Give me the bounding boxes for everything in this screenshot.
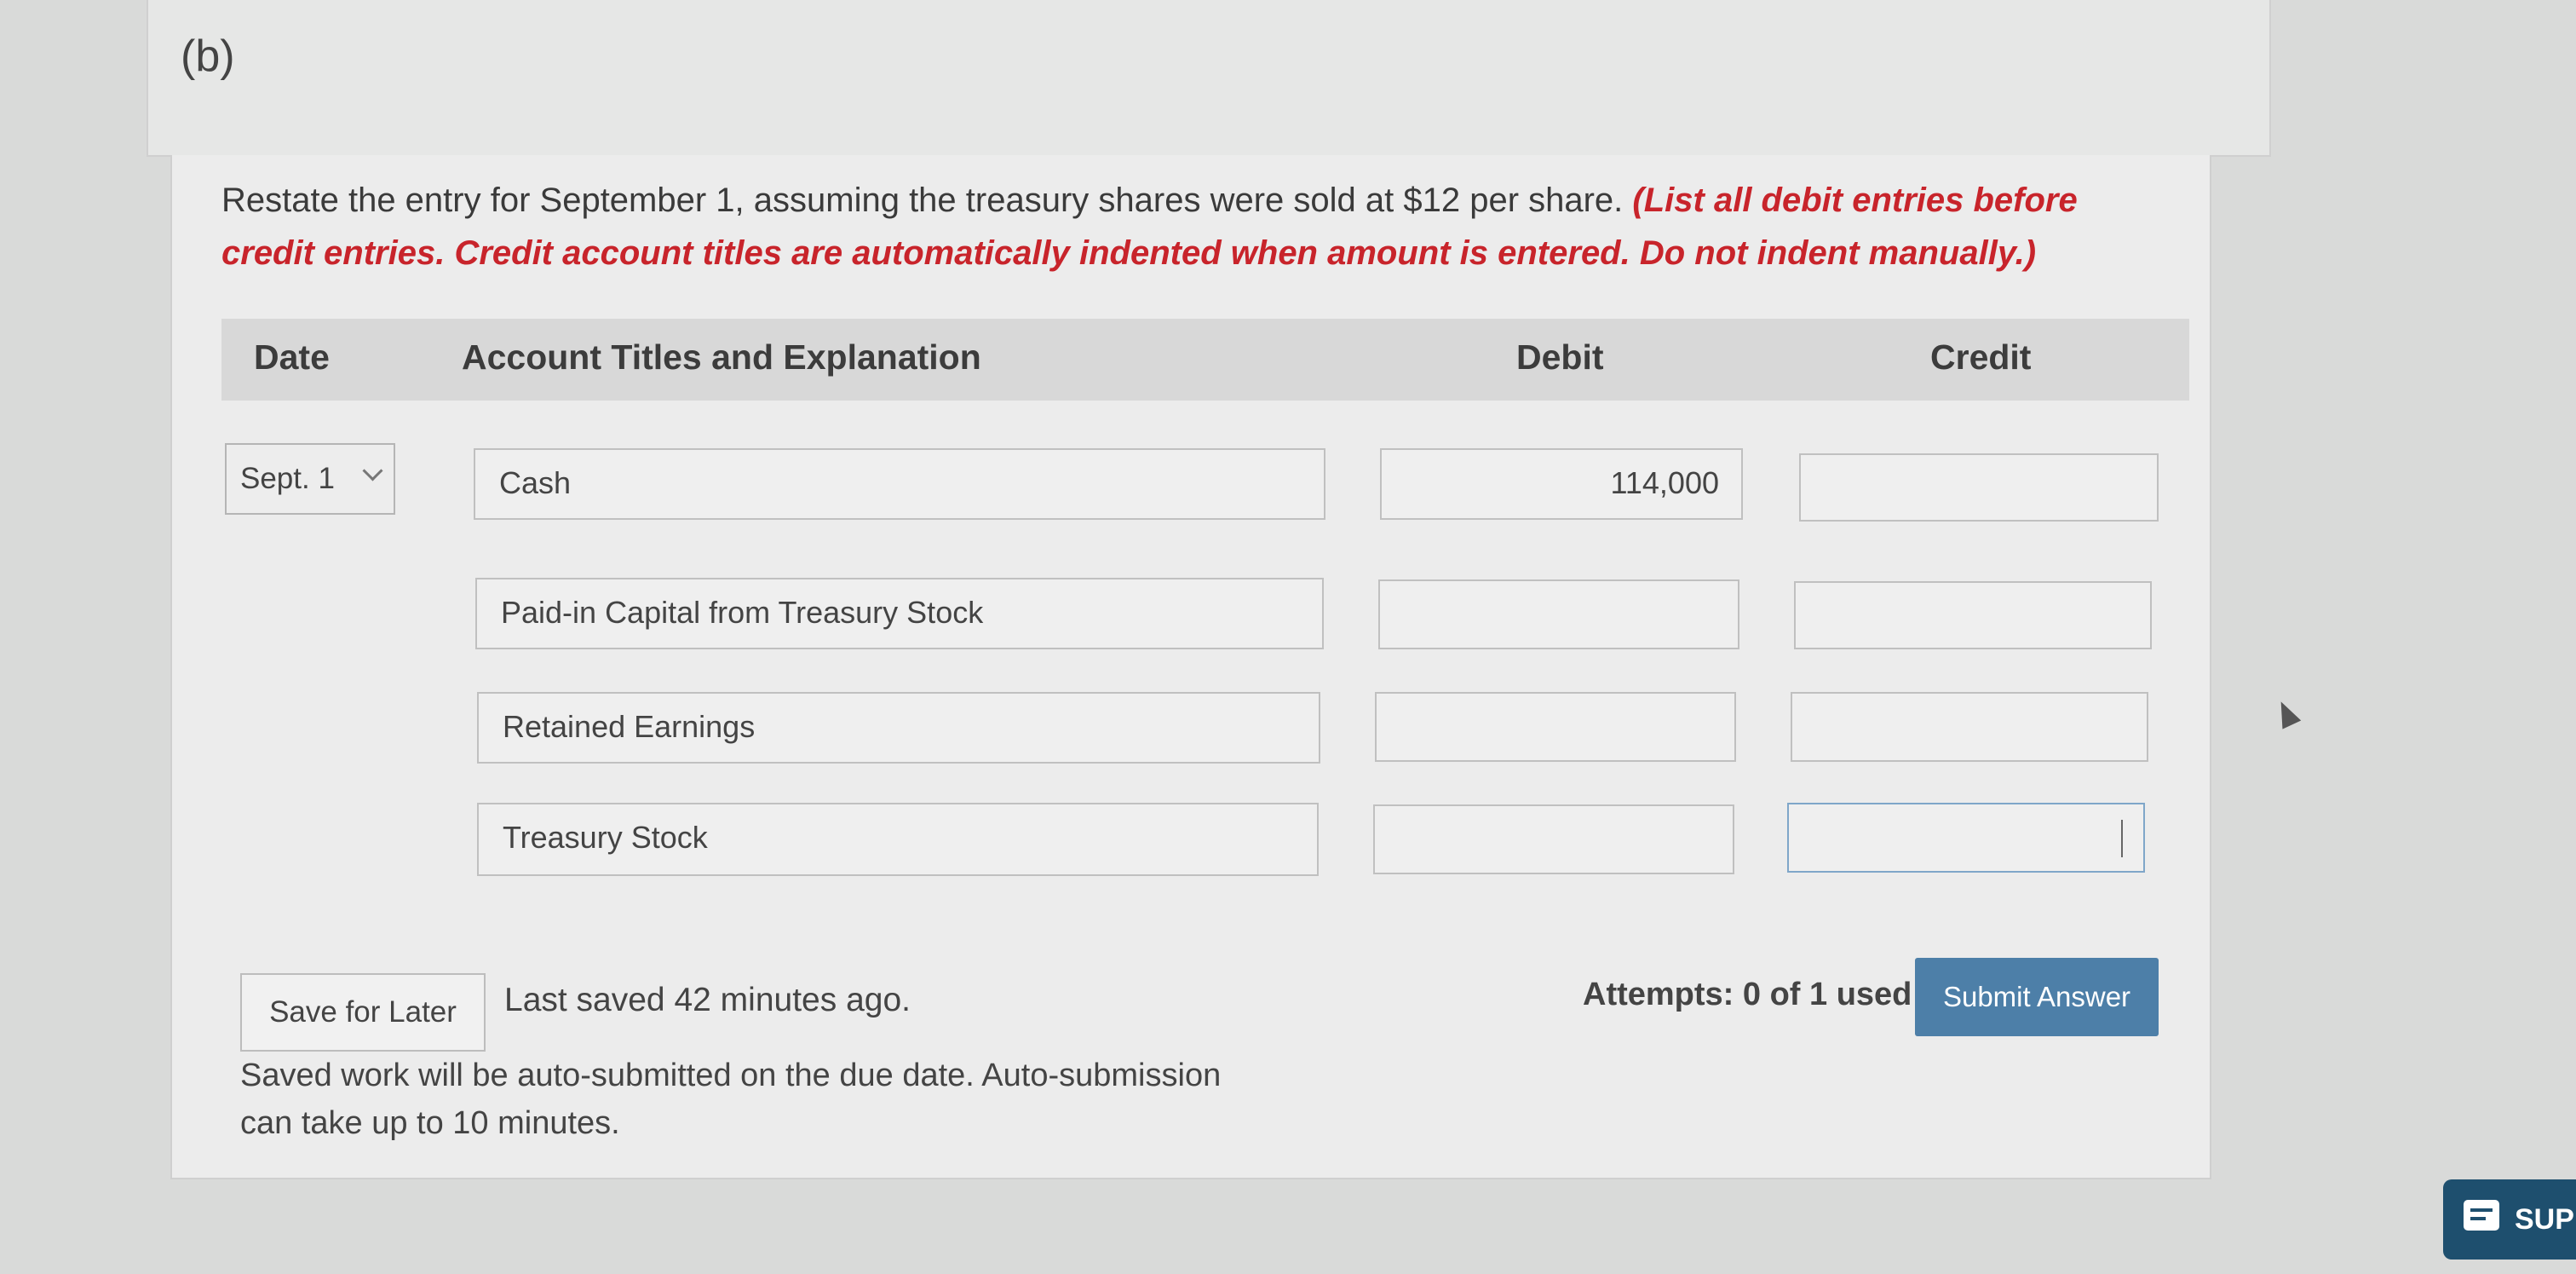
journal-table-header: Date Account Titles and Explanation Debi… <box>221 319 2189 401</box>
header-debit: Debit <box>1516 337 1604 377</box>
debit-input-row1[interactable]: 114,000 <box>1380 448 1743 520</box>
credit-input-row2[interactable] <box>1794 581 2152 649</box>
chevron-down-icon <box>362 460 383 481</box>
part-label: (b) <box>181 32 235 81</box>
question-panel: Restate the entry for September 1, assum… <box>170 155 2211 1179</box>
account-input-row1[interactable]: Cash <box>474 448 1325 520</box>
account-input-row4[interactable]: Treasury Stock <box>477 803 1319 876</box>
debit-input-row2[interactable] <box>1378 579 1739 649</box>
support-button[interactable]: SUP <box>2443 1179 2576 1260</box>
mouse-cursor-icon <box>2271 697 2302 729</box>
attempts-counter: Attempts: 0 of 1 used <box>1583 977 1912 1012</box>
header-date: Date <box>254 337 330 377</box>
account-input-row3[interactable]: Retained Earnings <box>477 692 1320 764</box>
support-label: SUP <box>2515 1203 2574 1236</box>
debit-input-row4[interactable] <box>1373 804 1734 874</box>
debit-input-row3[interactable] <box>1375 692 1736 762</box>
chat-icon <box>2464 1200 2499 1231</box>
text-caret <box>2121 820 2123 857</box>
submit-answer-button[interactable]: Submit Answer <box>1915 958 2159 1036</box>
account-input-row2[interactable]: Paid-in Capital from Treasury Stock <box>475 578 1324 649</box>
instructions: Restate the entry for September 1, assum… <box>221 174 2164 280</box>
credit-input-row4[interactable] <box>1787 803 2145 873</box>
instructions-main: Restate the entry for September 1, assum… <box>221 182 1624 219</box>
date-value: Sept. 1 <box>240 462 335 495</box>
save-for-later-button[interactable]: Save for Later <box>240 973 486 1052</box>
last-saved-text: Last saved 42 minutes ago. <box>504 982 911 1018</box>
header-credit: Credit <box>1930 337 2032 377</box>
header-account: Account Titles and Explanation <box>462 337 981 377</box>
credit-input-row1[interactable] <box>1799 453 2159 522</box>
auto-submit-note: Saved work will be auto-submitted on the… <box>240 1058 1222 1141</box>
part-header: (b) <box>147 0 2271 157</box>
credit-input-row3[interactable] <box>1791 692 2148 762</box>
date-select[interactable]: Sept. 1 <box>225 443 395 515</box>
